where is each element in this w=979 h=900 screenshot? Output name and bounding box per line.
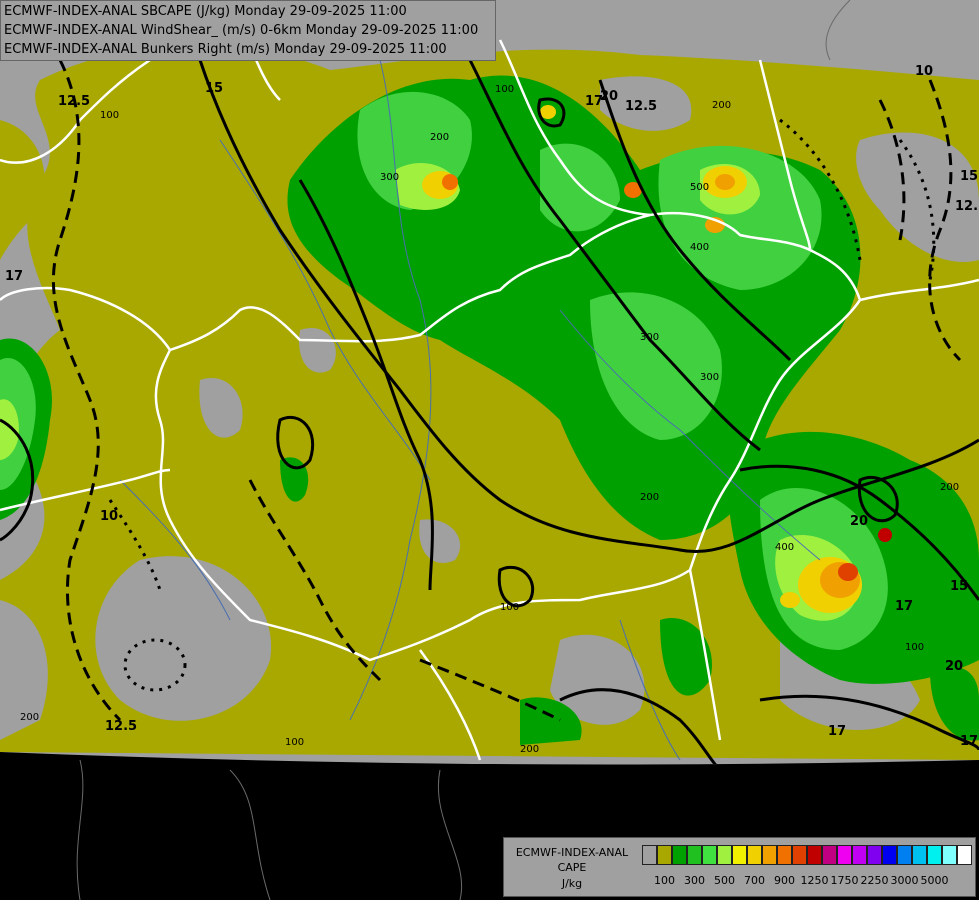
contour-label: 10 — [915, 64, 933, 79]
legend-source: ECMWF-INDEX-ANAL — [515, 846, 629, 859]
contour-label: 15 — [960, 169, 978, 184]
legend-tick-label: 900 — [774, 874, 795, 887]
legend-swatch — [867, 845, 882, 865]
legend-tick-label: 700 — [744, 874, 765, 887]
contour-label: 15 — [950, 579, 968, 594]
contour-label: 20 — [850, 514, 868, 529]
contour-label: 17 — [828, 724, 846, 739]
legend-swatch — [762, 845, 777, 865]
legend-swatch — [642, 845, 657, 865]
legend-swatch — [942, 845, 957, 865]
legend-swatch — [687, 845, 702, 865]
legend-swatch — [957, 845, 972, 865]
contour-label: 17 — [585, 94, 603, 109]
legend-swatch — [672, 845, 687, 865]
cape-label: 100 — [100, 110, 119, 121]
legend-swatch — [777, 845, 792, 865]
legend-tick-label: 5000 — [920, 874, 949, 887]
cape-label: 500 — [690, 182, 709, 193]
cape-label: 300 — [380, 172, 399, 183]
cape-label: 300 — [640, 332, 659, 343]
legend-tick-label: 3000 — [890, 874, 919, 887]
contour-label: 20 — [945, 659, 963, 674]
legend-tick-label: 1250 — [800, 874, 829, 887]
legend-color-scale — [642, 845, 972, 865]
legend-swatch — [912, 845, 927, 865]
cape-legend: ECMWF-INDEX-ANAL CAPE J/kg 100 300 500 700 9… — [503, 837, 976, 897]
legend-tick-labels: 100 300 500 700 900 1250 1750 2250 3000 5000 — [642, 874, 974, 890]
contour-label: 17 — [960, 734, 978, 749]
cape-label: 300 — [700, 372, 719, 383]
contour-label: 15 — [205, 81, 223, 96]
legend-swatch — [822, 845, 837, 865]
legend-tick-label: 500 — [714, 874, 735, 887]
legend-swatch — [732, 845, 747, 865]
title-sbcape: ECMWF-INDEX-ANAL SBCAPE (J/kg) Monday 29… — [4, 4, 407, 19]
cape-label: 400 — [775, 542, 794, 553]
legend-swatch — [717, 845, 732, 865]
cape-label: 100 — [285, 737, 304, 748]
legend-variable: CAPE — [557, 861, 587, 874]
weather-map: 12.5 15 17 20 10 12.5 17 15 12.5 10 17 2… — [0, 0, 979, 900]
cape-label: 400 — [690, 242, 709, 253]
legend-swatch — [792, 845, 807, 865]
legend-swatch — [657, 845, 672, 865]
contour-label: 12.5 — [955, 199, 979, 214]
cape-label: 200 — [520, 744, 539, 755]
legend-swatch — [702, 845, 717, 865]
legend-swatch — [747, 845, 762, 865]
title-windshear: ECMWF-INDEX-ANAL WindShear_ (m/s) 0-6km … — [4, 23, 479, 38]
contour-label: 12.5 — [625, 99, 657, 114]
legend-swatch — [882, 845, 897, 865]
contour-label: 17 — [5, 269, 23, 284]
cape-label: 200 — [20, 712, 39, 723]
contour-label: 17 — [895, 599, 913, 614]
cape-label: 100 — [495, 84, 514, 95]
cape-label: 100 — [500, 602, 519, 613]
legend-tick-label: 100 — [654, 874, 675, 887]
legend-tick-label: 1750 — [830, 874, 859, 887]
contour-label: 10 — [100, 509, 118, 524]
cape-label: 200 — [940, 482, 959, 493]
title-bunkers: ECMWF-INDEX-ANAL Bunkers Right (m/s) Mon… — [4, 42, 447, 57]
legend-swatch — [807, 845, 822, 865]
legend-swatch — [852, 845, 867, 865]
cape-label: 100 — [905, 642, 924, 653]
contour-label: 12.5 — [58, 94, 90, 109]
contour-label: 12.5 — [105, 719, 137, 734]
map-title-box: ECMWF-INDEX-ANAL SBCAPE (J/kg) Monday 29… — [0, 0, 496, 61]
legend-swatch — [897, 845, 912, 865]
legend-tick-label: 2250 — [860, 874, 889, 887]
legend-swatch — [837, 845, 852, 865]
cape-label: 200 — [640, 492, 659, 503]
cape-label: 200 — [712, 100, 731, 111]
legend-unit: J/kg — [561, 877, 583, 890]
legend-swatch — [927, 845, 942, 865]
cape-label: 200 — [430, 132, 449, 143]
legend-tick-label: 300 — [684, 874, 705, 887]
